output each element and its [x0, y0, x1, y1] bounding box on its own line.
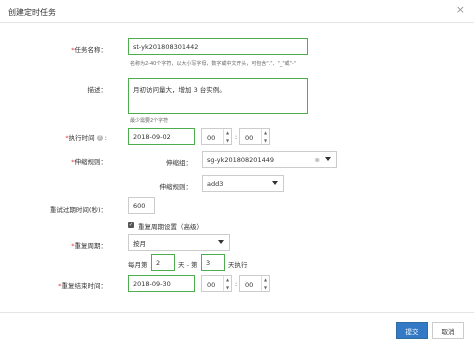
exec-date-input[interactable]: 2018-09-02 — [128, 128, 195, 145]
exec-hour-stepper[interactable]: 00 ▲ ▼ — [201, 128, 232, 145]
submit-button[interactable]: 提交 — [396, 322, 428, 339]
repeat-checkbox[interactable]: ✓ — [128, 222, 134, 228]
task-name-input[interactable]: st-yk201808301442 — [128, 38, 308, 55]
dialog-title: 创建定时任务 — [8, 8, 56, 17]
retry-label: 重试过期时间(秒)： — [49, 206, 107, 214]
spin-down-icon[interactable]: ▼ — [264, 285, 267, 290]
dialog-header: 创建定时任务 × — [0, 0, 474, 23]
close-icon[interactable]: × — [456, 4, 465, 16]
description-hint: 最少需要2个字符 — [130, 118, 169, 124]
scale-group-label: 伸缩组： — [166, 159, 192, 167]
footer-divider — [0, 312, 474, 313]
clear-icon[interactable]: ⊗ — [315, 156, 320, 164]
monthly-prefix: 每月第 — [128, 261, 148, 269]
repeat-checkbox-label: 重复周期设置（高级） — [138, 223, 203, 231]
spin-down-icon[interactable]: ▼ — [226, 285, 229, 290]
task-name-label: *任务名称： — [71, 46, 107, 54]
scale-rule-label: *伸缩规则： — [71, 158, 107, 166]
repeat-end-label: *重复结束时间： — [58, 282, 107, 290]
help-icon[interactable]: ? — [96, 135, 103, 141]
repeat-period-label: *重复周期： — [71, 242, 107, 250]
monthly-mid: 天 - 第 — [178, 261, 198, 269]
spin-down-icon[interactable]: ▼ — [226, 138, 229, 143]
spin-up-icon[interactable]: ▲ — [226, 277, 229, 282]
time-colon: : — [235, 133, 238, 141]
repeat-end-minute-stepper[interactable]: 00 ▲ ▼ — [239, 275, 270, 292]
chevron-down-icon — [325, 157, 331, 161]
spin-up-icon[interactable]: ▲ — [226, 130, 229, 135]
task-name-hint: 名称为2-40个字符，以大小写字母，数字或中文开头，可包含"."、"_"或"-" — [130, 61, 297, 67]
scale-group-select[interactable]: sg-yk201808201449 ⊗ — [202, 151, 337, 168]
chevron-down-icon — [218, 240, 224, 244]
spin-down-icon[interactable]: ▼ — [264, 138, 267, 143]
description-textarea[interactable]: 月初访问量大，增加 3 台实例。 — [128, 78, 308, 114]
scale-rule-select[interactable]: add3 — [202, 175, 284, 192]
exec-minute-stepper[interactable]: 00 ▲ ▼ — [239, 128, 270, 145]
chevron-down-icon — [272, 181, 278, 185]
repeat-end-date-input[interactable]: 2018-09-30 — [128, 275, 195, 292]
exec-time-label: *执行时间 ? : — [65, 134, 107, 142]
spin-up-icon[interactable]: ▲ — [264, 130, 267, 135]
monthly-from-input[interactable]: 2 — [151, 254, 175, 271]
repeat-end-hour-stepper[interactable]: 00 ▲ ▼ — [201, 275, 232, 292]
description-label: 描述： — [87, 86, 108, 94]
monthly-to-input[interactable]: 3 — [201, 254, 225, 271]
monthly-suffix: 天执行 — [228, 261, 248, 269]
repeat-period-select[interactable]: 按月 — [128, 234, 230, 251]
retry-input[interactable]: 600 — [128, 197, 155, 214]
cancel-button[interactable]: 取消 — [432, 322, 464, 339]
time-colon: : — [235, 280, 238, 288]
scale-rule-name-label: 伸缩规则： — [159, 183, 193, 191]
spin-up-icon[interactable]: ▲ — [264, 277, 267, 282]
